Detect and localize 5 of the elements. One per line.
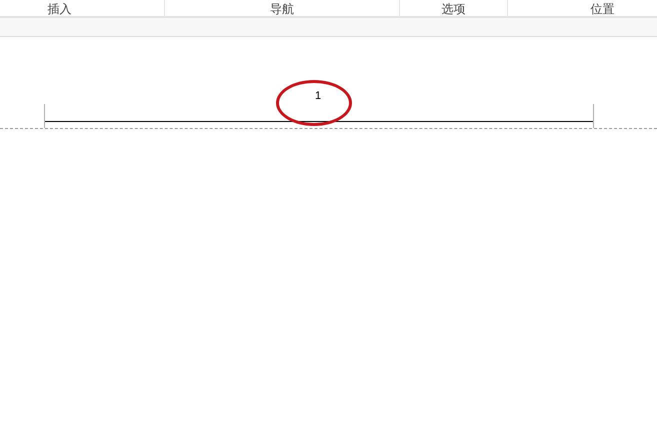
group-label: 位置 <box>590 2 614 16</box>
page-number: 1 <box>315 90 322 102</box>
group-label: 选项 <box>442 2 466 16</box>
group-label: 插入 <box>48 2 72 16</box>
group-label: 导航 <box>270 2 294 16</box>
